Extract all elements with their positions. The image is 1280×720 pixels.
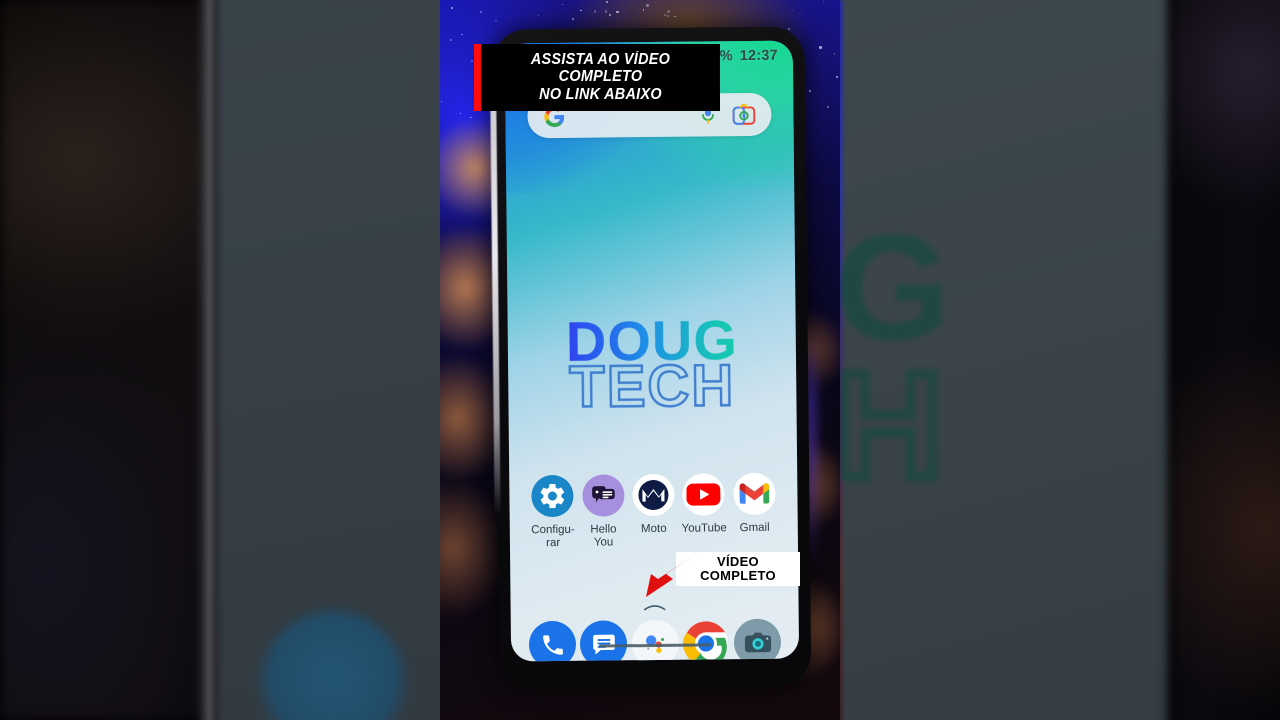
phone-app[interactable]	[528, 620, 577, 662]
app-item-youtube[interactable]: YouTube	[678, 473, 729, 548]
star-dot	[593, 10, 596, 13]
app-label-moto: Moto	[640, 522, 667, 536]
video-frame: G H 12:37 DOUG TECH Configu- rar Hello Y…	[0, 0, 1280, 720]
star-dot	[835, 76, 838, 79]
star-dot	[608, 14, 611, 17]
star-dot	[538, 14, 539, 16]
motorola-icon	[632, 473, 675, 517]
cta-line-1: VÍDEO	[717, 553, 759, 569]
star-dot	[479, 10, 482, 13]
app-item-gmail[interactable]: Gmail	[729, 472, 780, 548]
status-bar-clock: 12:37	[739, 47, 778, 65]
chrome-icon	[682, 620, 729, 662]
left-backdrop-phone-edge	[196, 0, 222, 720]
star-dot	[561, 3, 563, 5]
camera-app[interactable]	[733, 618, 782, 662]
star-dot	[822, 0, 824, 3]
star-dot	[666, 14, 669, 17]
star-dot	[616, 10, 619, 13]
wallpaper-brand-logo: DOUG TECH	[508, 308, 797, 421]
banner-line-1: ASSISTA AO VÍDEO COMPLETO	[530, 51, 671, 86]
home-screen-app-row: Configu-rar Hello You Moto YouTube Gmail	[517, 472, 790, 551]
messages-app[interactable]	[579, 620, 628, 662]
ghost-letter-g: G	[840, 203, 951, 371]
cta-line-2: COMPLETO	[700, 568, 776, 583]
settings-gear-icon	[531, 474, 574, 518]
star-dot	[454, 9, 457, 11]
star-dot	[674, 15, 676, 18]
right-backdrop-dark	[1170, 0, 1280, 720]
app-label-hello-you: Hello You	[590, 523, 617, 549]
star-dot	[819, 45, 822, 49]
arrow-down-left-icon	[646, 554, 696, 597]
star-dot	[451, 7, 453, 9]
assistant-app[interactable]	[631, 619, 679, 662]
home-screen-dock	[519, 618, 791, 662]
brand-logo-line2: TECH	[568, 352, 737, 421]
star-dot	[572, 18, 575, 21]
watch-full-video-banner: ASSISTA AO VÍDEO COMPLETO NO LINK ABAIXO	[474, 44, 720, 112]
hello-you-chat-icon	[581, 474, 625, 517]
star-dot	[604, 10, 608, 13]
blurred-right-backdrop: G H	[840, 0, 1280, 720]
youtube-icon	[682, 473, 726, 516]
app-item-configurar[interactable]: Configu-rar	[527, 474, 578, 550]
ghost-letter-h: H	[840, 341, 947, 509]
star-dot	[449, 38, 452, 41]
app-label-gmail: Gmail	[739, 521, 770, 535]
star-dot	[667, 10, 671, 13]
star-dot	[605, 1, 608, 3]
chevron-up-icon	[643, 598, 667, 616]
ghost-logo-letters: G H	[840, 203, 951, 509]
star-dot	[460, 112, 462, 114]
search-input[interactable]	[565, 115, 700, 116]
star-dot	[460, 33, 463, 36]
star-dot	[441, 100, 443, 103]
app-label-configurar: Configu-rar	[531, 523, 575, 549]
star-dot	[808, 90, 811, 93]
star-dot	[826, 106, 829, 109]
star-dot	[834, 53, 836, 55]
star-dot	[470, 59, 473, 63]
star-dot	[580, 9, 582, 12]
chrome-app[interactable]	[682, 619, 729, 662]
app-item-moto[interactable]: Moto	[628, 473, 679, 549]
video-center-column: 94% 12:37	[440, 0, 840, 720]
star-dot	[792, 9, 794, 11]
gmail-icon	[733, 472, 776, 516]
star-dot	[494, 19, 498, 23]
star-dot	[645, 4, 649, 8]
blurred-left-backdrop	[0, 0, 440, 720]
banner-line-2: NO LINK ABAIXO	[539, 85, 662, 103]
app-label-youtube: YouTube	[681, 522, 727, 535]
star-dot	[787, 27, 791, 30]
star-dot	[642, 9, 645, 12]
google-lens-icon[interactable]	[732, 104, 756, 125]
star-dot	[664, 13, 667, 16]
app-item-hello-you[interactable]: Hello You	[578, 474, 629, 549]
